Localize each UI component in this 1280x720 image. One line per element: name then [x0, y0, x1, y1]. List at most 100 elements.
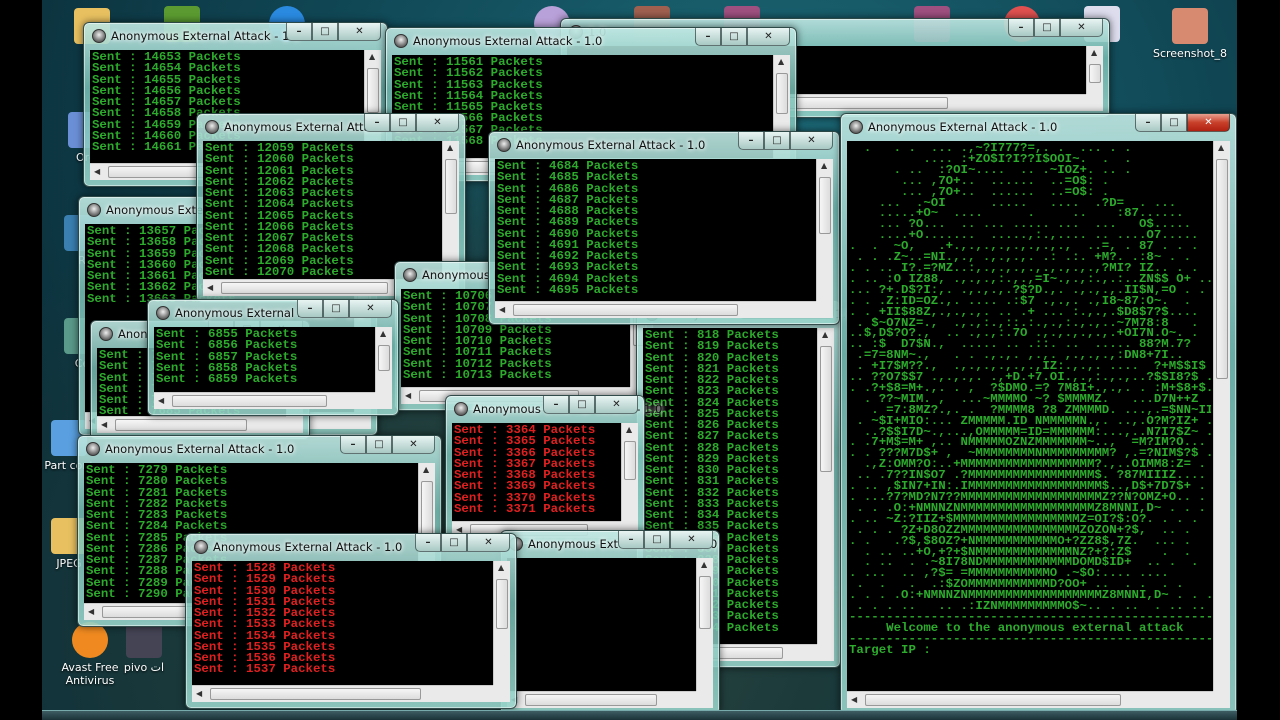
console-area[interactable]: Sent : 6855 Packets Sent : 6856 Packets Se…: [154, 327, 392, 409]
scroll-thumb[interactable]: [819, 177, 831, 234]
close-button[interactable]: ✕: [790, 132, 833, 150]
maximize-button[interactable]: □: [323, 300, 349, 318]
scroll-thumb[interactable]: [865, 694, 1122, 706]
maximize-button[interactable]: □: [441, 534, 467, 552]
vertical-scrollbar[interactable]: ▲: [696, 558, 713, 691]
horizontal-scrollbar[interactable]: ◀: [97, 416, 286, 433]
title-bar[interactable]: Anonymous External Attack - 1.0–□✕: [186, 534, 516, 560]
minimize-button[interactable]: –: [415, 534, 441, 552]
minimize-button[interactable]: –: [738, 132, 764, 150]
vertical-scrollbar[interactable]: ▲: [621, 423, 638, 521]
console-area[interactable]: Sent : 3364 Packets Sent : 3365 Packets Se…: [452, 423, 638, 538]
close-button[interactable]: ✕: [1060, 19, 1103, 37]
maximize-button[interactable]: □: [569, 396, 595, 414]
vertical-scrollbar[interactable]: ▲: [817, 328, 834, 644]
console-area[interactable]: ▲◀: [507, 558, 713, 708]
scroll-left-arrow-icon[interactable]: ◀: [851, 695, 857, 704]
maximize-button[interactable]: □: [721, 28, 747, 46]
scroll-up-arrow-icon[interactable]: ▲: [423, 465, 429, 474]
title-bar[interactable]: Anonymous External Attack - 1.0–□✕: [78, 436, 441, 462]
scroll-left-arrow-icon[interactable]: ◀: [158, 396, 164, 405]
scroll-left-arrow-icon[interactable]: ◀: [94, 167, 100, 176]
vertical-scrollbar[interactable]: ▲: [1086, 46, 1103, 94]
desktop-icon-pivo[interactable]: pivo ات: [114, 622, 174, 674]
vertical-scrollbar[interactable]: ▲: [493, 561, 510, 685]
close-button[interactable]: ✕: [747, 28, 790, 46]
scroll-thumb[interactable]: [221, 282, 389, 294]
scroll-left-arrow-icon[interactable]: ◀: [405, 391, 411, 400]
maximize-button[interactable]: □: [1161, 114, 1187, 132]
scroll-up-arrow-icon[interactable]: ▲: [701, 560, 707, 569]
minimize-button[interactable]: –: [695, 28, 721, 46]
scroll-thumb[interactable]: [513, 304, 738, 316]
horizontal-scrollbar[interactable]: ◀: [495, 301, 816, 318]
close-button[interactable]: ✕: [1187, 114, 1230, 132]
scroll-up-arrow-icon[interactable]: ▲: [1091, 48, 1097, 57]
maximize-button[interactable]: □: [366, 436, 392, 454]
title-bar[interactable]: Anonymous External Attack - 1.0–□✕: [501, 531, 719, 557]
scroll-up-arrow-icon[interactable]: ▲: [1218, 143, 1224, 152]
console-window-4684[interactable]: Anonymous External Attack - 1.0 – □ ✕ Sent :…: [488, 131, 840, 325]
console-window-3364[interactable]: Anonymous External Attack - 1.0–□✕ Sent :…: [445, 395, 662, 545]
scroll-left-arrow-icon[interactable]: ◀: [499, 305, 505, 314]
minimize-button[interactable]: –: [1135, 114, 1161, 132]
scroll-thumb[interactable]: [1216, 159, 1228, 379]
scroll-thumb[interactable]: [776, 73, 788, 115]
maximize-button[interactable]: □: [1034, 19, 1060, 37]
minimize-button[interactable]: –: [618, 531, 644, 549]
minimize-button[interactable]: –: [297, 300, 323, 318]
scroll-left-arrow-icon[interactable]: ◀: [207, 283, 213, 292]
scroll-left-arrow-icon[interactable]: ◀: [88, 607, 94, 616]
console-window-bottom[interactable]: Anonymous External Attack - 1.0–□✕▲◀: [500, 530, 720, 715]
minimize-button[interactable]: –: [340, 436, 366, 454]
horizontal-scrollbar[interactable]: ◀: [192, 685, 493, 702]
console-area[interactable]: . . . ... .,~?I777?=,. . ... . . .... :+…: [847, 141, 1230, 708]
scroll-thumb[interactable]: [445, 159, 457, 215]
scroll-thumb[interactable]: [210, 688, 421, 700]
scroll-up-arrow-icon[interactable]: ▲: [380, 329, 386, 338]
console-window-6855[interactable]: Anonymous External Attack - 1.0– □ ✕ Sent :…: [147, 299, 399, 416]
scroll-thumb[interactable]: [172, 395, 327, 407]
scroll-thumb[interactable]: [525, 694, 658, 706]
desktop-icon-screenshot[interactable]: Screenshot_8: [1150, 8, 1230, 60]
title-bar[interactable]: Anonymous External Attack - 1.0–□✕: [148, 300, 398, 326]
maximize-button[interactable]: □: [312, 23, 338, 41]
scroll-left-arrow-icon[interactable]: ◀: [196, 689, 202, 698]
maximize-button[interactable]: □: [644, 531, 670, 549]
console-window-main[interactable]: Anonymous External Attack - 1.0 – □ ✕ . . .…: [840, 113, 1237, 715]
scroll-thumb[interactable]: [624, 441, 636, 481]
scroll-up-arrow-icon[interactable]: ▲: [821, 161, 827, 170]
minimize-button[interactable]: –: [543, 396, 569, 414]
horizontal-scrollbar[interactable]: ◀: [507, 691, 696, 708]
taskbar[interactable]: [42, 710, 1237, 720]
scroll-thumb[interactable]: [378, 345, 390, 371]
console-window-1528[interactable]: Anonymous External Attack - 1.0– □ ✕ Sent :…: [185, 533, 517, 709]
maximize-button[interactable]: □: [764, 132, 790, 150]
close-button[interactable]: ✕: [338, 23, 381, 41]
title-bar[interactable]: Anonymous External Attack - 1.0–□✕: [489, 132, 839, 158]
title-bar[interactable]: Anonymous External Attack - 1.0–□✕: [841, 114, 1236, 140]
minimize-button[interactable]: –: [364, 114, 390, 132]
horizontal-scrollbar[interactable]: ◀: [154, 392, 375, 409]
close-button[interactable]: ✕: [416, 114, 459, 132]
console-area[interactable]: Sent : 1528 Packets Sent : 1529 Packets Se…: [192, 561, 510, 702]
minimize-button[interactable]: –: [1008, 19, 1034, 37]
minimize-button[interactable]: –: [286, 23, 312, 41]
scroll-up-arrow-icon[interactable]: ▲: [778, 57, 784, 66]
scroll-thumb[interactable]: [699, 576, 711, 630]
title-bar[interactable]: Anonymous External Attack - 1.0–□✕: [386, 28, 796, 54]
scroll-thumb[interactable]: [496, 579, 508, 629]
scroll-thumb[interactable]: [421, 481, 433, 537]
horizontal-scrollbar[interactable]: ◀: [847, 691, 1213, 708]
close-button[interactable]: ✕: [392, 436, 435, 454]
vertical-scrollbar[interactable]: ▲: [442, 141, 459, 279]
scroll-up-arrow-icon[interactable]: ▲: [369, 52, 375, 61]
close-button[interactable]: ✕: [349, 300, 392, 318]
scroll-thumb[interactable]: [820, 346, 832, 473]
scroll-thumb[interactable]: [115, 419, 248, 431]
scroll-up-arrow-icon[interactable]: ▲: [498, 563, 504, 572]
title-bar[interactable]: Anonymous External Attack - 1.0–□✕: [446, 396, 662, 422]
scroll-up-arrow-icon[interactable]: ▲: [447, 143, 453, 152]
close-button[interactable]: ✕: [595, 396, 638, 414]
close-button[interactable]: ✕: [670, 531, 713, 549]
